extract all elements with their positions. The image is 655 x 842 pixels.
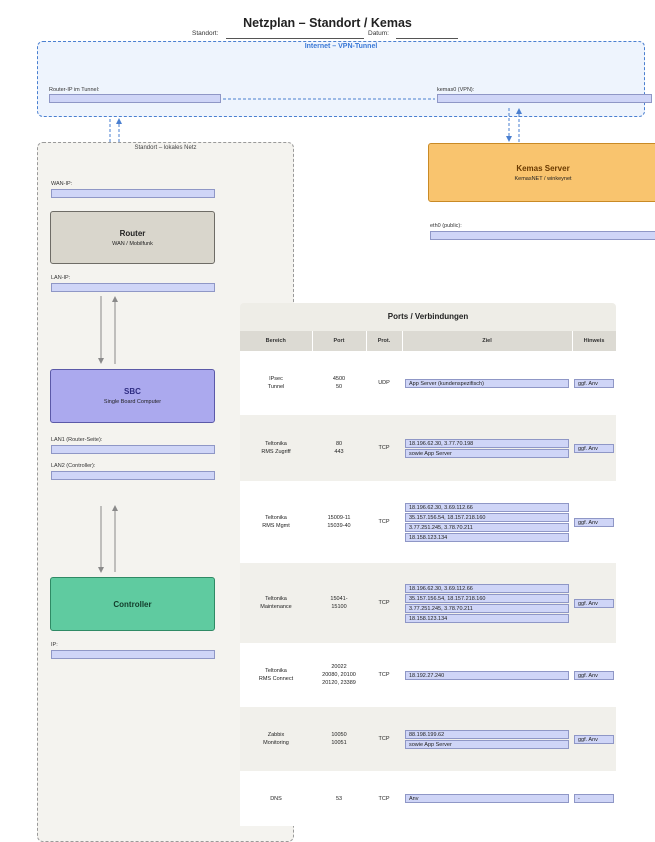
header-cell: Hinweis (572, 331, 617, 351)
bereich-cell: Zabbix Monitoring (263, 732, 289, 746)
ziel-field[interactable]: sowie App Server (405, 448, 569, 458)
table-row: IPsec Tunnel 4500 50 UDP App Server (kundensp… (240, 351, 616, 415)
port-cell: 10050 10051 (331, 732, 347, 746)
hinweis-field[interactable]: ggf. Anv (574, 378, 614, 388)
protocol-cell: UDP (378, 380, 390, 386)
ziel-field[interactable]: 18.158.123.134 (405, 532, 569, 542)
table-row: Teltonika RMS Zugriff 80 443 TCP 18.196.62.30… (240, 415, 616, 481)
ziel-field[interactable]: 18.196.62.30, 3.69.112.66 (405, 583, 569, 593)
hinweis-field[interactable]: ggf. Anv (574, 443, 614, 453)
ziel-cell: 88.198.199.62 sowie App Server (402, 707, 572, 771)
ports-table-header: Bereich Port Prot. Ziel Hinweis (240, 331, 617, 351)
bereich-cell: IPsec Tunnel (267, 376, 285, 390)
hinweis-cell: - (572, 771, 616, 826)
ziel-field[interactable]: 35.157.156.54, 18.157.218.160 (405, 512, 569, 522)
protocol-cell: TCP (378, 519, 390, 525)
ziel-cell: 18.196.62.30, 3.77.70.198 sowie App Serve… (402, 415, 572, 481)
ziel-field[interactable]: 18.196.62.30, 3.69.112.66 (405, 502, 569, 512)
header-cell: Port (312, 331, 367, 351)
hinweis-cell: ggf. Anv (572, 563, 616, 643)
ports-table-title: Ports / Verbindungen (240, 303, 616, 331)
ziel-field[interactable]: 18.192.27.240 (405, 670, 569, 680)
hinweis-field[interactable]: ggf. Anv (574, 670, 614, 680)
ziel-field[interactable]: 3.77.251.245, 3.78.70.211 (405, 522, 569, 532)
port-cell: 15009-11 15039-40 (327, 515, 351, 529)
ziel-cell: App Server (kundenspezifisch) (402, 351, 572, 415)
table-row: DNS 53 TCP Anv - (240, 771, 616, 826)
protocol-cell: TCP (378, 445, 390, 451)
header-cell: Prot. (366, 331, 403, 351)
ziel-cell: 18.196.62.30, 3.69.112.66 35.157.156.54, … (402, 563, 572, 643)
hinweis-field[interactable]: - (574, 794, 614, 803)
port-cell: 20022 20080, 20100 20120, 23389 (322, 664, 356, 686)
hinweis-cell: ggf. Anv (572, 481, 616, 563)
ziel-cell: Anv (402, 771, 572, 826)
ziel-field[interactable]: 88.198.199.62 (405, 729, 569, 739)
header-cell: Bereich (240, 331, 313, 351)
hinweis-field[interactable]: ggf. Anv (574, 734, 614, 744)
table-row: Teltonika RMS Connect 20022 20080, 20100 201… (240, 643, 616, 707)
ziel-cell: 18.192.27.240 (402, 643, 572, 707)
protocol-cell: TCP (378, 736, 390, 742)
hinweis-cell: ggf. Anv (572, 415, 616, 481)
port-cell: 15041- 15100 (330, 596, 348, 610)
protocol-cell: TCP (378, 672, 390, 678)
protocol-cell: TCP (378, 600, 390, 606)
bereich-cell: Teltonika RMS Connect (258, 668, 294, 682)
ziel-field[interactable]: App Server (kundenspezifisch) (405, 378, 569, 388)
hinweis-cell: ggf. Anv (572, 643, 616, 707)
header-cell: Ziel (402, 331, 573, 351)
bereich-cell: Teltonika Maintenance (260, 596, 292, 610)
ziel-field[interactable]: 18.196.62.30, 3.77.70.198 (405, 438, 569, 448)
bereich-cell: DNS (270, 795, 282, 802)
ziel-field[interactable]: sowie App Server (405, 739, 569, 749)
table-row: Zabbix Monitoring 10050 10051 TCP 88.198.199.… (240, 707, 616, 771)
ziel-field[interactable]: 3.77.251.245, 3.78.70.211 (405, 603, 569, 613)
ports-table-panel: Ports / Verbindungen Bereich Port Prot. Zie… (240, 303, 617, 826)
hinweis-cell: ggf. Anv (572, 707, 616, 771)
ziel-field[interactable]: 35.157.156.54, 18.157.218.160 (405, 593, 569, 603)
ziel-cell: 18.196.62.30, 3.69.112.66 35.157.156.54, … (402, 481, 572, 563)
port-cell: 53 (335, 795, 343, 802)
ports-table: Bereich Port Prot. Ziel Hinweis IPsec Tunnel 45… (240, 331, 617, 826)
bereich-cell: Teltonika RMS Mgmt (262, 515, 290, 529)
hinweis-field[interactable]: ggf. Anv (574, 517, 614, 527)
port-cell: 4500 50 (332, 376, 346, 390)
hinweis-field[interactable]: ggf. Anv (574, 598, 614, 608)
ziel-field[interactable]: 18.158.123.134 (405, 613, 569, 623)
port-cell: 80 443 (334, 441, 344, 455)
table-row: Teltonika RMS Mgmt 15009-11 15039-40 TCP 18.1… (240, 481, 616, 563)
table-row: Teltonika Maintenance 15041- 15100 TCP 18.196… (240, 563, 616, 643)
hinweis-cell: ggf. Anv (572, 351, 616, 415)
protocol-cell: TCP (378, 795, 390, 802)
bereich-cell: Teltonika RMS Zugriff (261, 441, 291, 455)
ziel-field[interactable]: Anv (405, 794, 569, 803)
